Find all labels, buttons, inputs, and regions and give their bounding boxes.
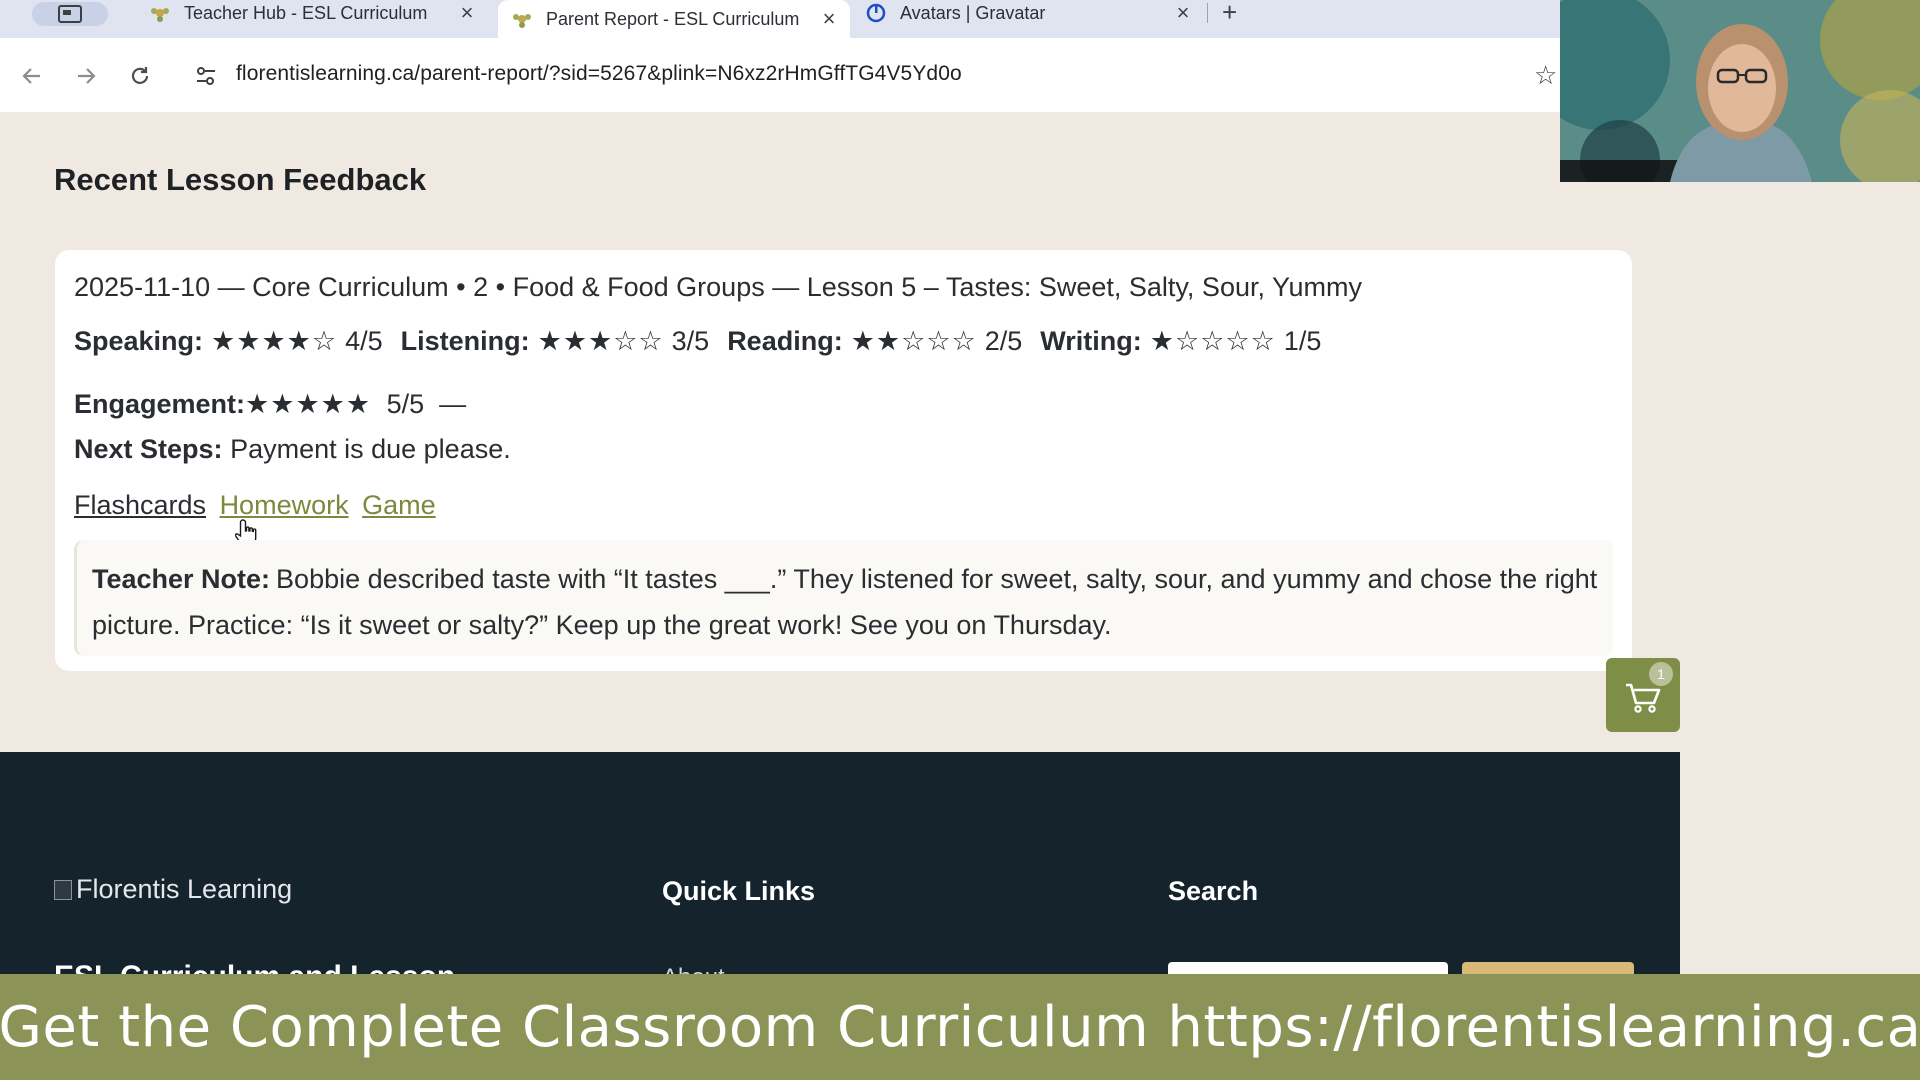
tune-icon	[197, 67, 215, 85]
reload-button[interactable]	[124, 60, 156, 92]
presenter-video-image	[1560, 0, 1920, 182]
cart-count-badge: 1	[1649, 662, 1673, 686]
back-button[interactable]	[16, 60, 48, 92]
rating-label: Speaking:	[74, 326, 204, 356]
quick-links-heading: Quick Links	[662, 876, 816, 906]
tab-search-icon	[58, 5, 82, 23]
game-link[interactable]: Game	[362, 490, 436, 520]
rating-score: 2/5	[984, 326, 1023, 356]
page-title: Recent Lesson Feedback	[54, 162, 427, 197]
footer-logo-alt: Florentis Learning	[76, 874, 293, 904]
promo-banner: Get the Complete Classroom Curriculum ht…	[0, 974, 1920, 1080]
homework-link[interactable]: Homework	[220, 490, 349, 520]
webcam-overlay	[1560, 0, 1920, 182]
flower-favicon-icon	[150, 3, 170, 23]
tab-title: Teacher Hub - ESL Curriculum	[184, 2, 428, 23]
star-rating-icon: ★★☆☆☆	[850, 326, 977, 356]
rating-score: 1/5	[1283, 326, 1322, 356]
teacher-note-label: Teacher Note:	[92, 564, 271, 594]
broken-image-icon	[54, 879, 72, 900]
forward-button[interactable]	[70, 60, 102, 92]
tab-close-icon[interactable]: ×	[454, 0, 480, 26]
rating-label: Reading:	[727, 326, 843, 356]
tab-close-icon[interactable]: ×	[816, 6, 842, 32]
arrow-left-icon	[22, 68, 40, 84]
page-content: Recent Lesson Feedback 2025-11-10 — Core…	[0, 112, 1680, 752]
tab-gravatar[interactable]: Avatars | Gravatar ×	[866, 0, 1196, 26]
banner-text: Get the Complete Classroom Curriculum ht…	[0, 994, 1920, 1060]
rating-speaking: Speaking: ★★★★☆ 4/5	[74, 326, 383, 357]
browser-tabstrip: Teacher Hub - ESL Curriculum × Parent Re…	[0, 0, 1570, 38]
rating-label: Engagement:	[74, 389, 246, 419]
arrow-right-icon	[78, 68, 96, 84]
flower-favicon-icon	[512, 9, 532, 29]
tab-title: Parent Report - ESL Curriculum	[546, 8, 800, 29]
next-steps-text: Payment is due please.	[230, 434, 511, 464]
skill-ratings: Speaking: ★★★★☆ 4/5 Listening: ★★★☆☆ 3/5…	[74, 326, 1339, 357]
tab-close-icon[interactable]: ×	[1170, 0, 1196, 26]
next-steps: Next Steps: Payment is due please.	[74, 434, 511, 465]
next-steps-label: Next Steps:	[74, 434, 223, 464]
star-rating-icon: ★☆☆☆☆	[1149, 326, 1276, 356]
address-bar[interactable]: florentislearning.ca/parent-report/?sid=…	[236, 62, 962, 86]
star-rating-icon: ★★★☆☆	[537, 326, 664, 356]
gravatar-favicon-icon	[866, 3, 886, 23]
browser-toolbar: florentislearning.ca/parent-report/?sid=…	[0, 38, 1570, 112]
feedback-card: 2025-11-10 — Core Curriculum • 2 • Food …	[55, 250, 1632, 671]
resource-links: Flashcards Homework Game	[74, 490, 442, 521]
lesson-title: 2025-11-10 — Core Curriculum • 2 • Food …	[74, 272, 1363, 302]
rating-writing: Writing: ★☆☆☆☆ 1/5	[1040, 326, 1321, 357]
rating-score: 5/5	[386, 389, 425, 419]
engagement-suffix: —	[439, 389, 467, 419]
tab-search-button[interactable]	[32, 2, 108, 26]
teacher-note: Teacher Note: Bobbie described taste with…	[74, 540, 1613, 656]
footer-logo[interactable]: Florentis Learning	[54, 874, 292, 905]
tab-teacher-hub[interactable]: Teacher Hub - ESL Curriculum ×	[150, 0, 480, 26]
tab-parent-report[interactable]: Parent Report - ESL Curriculum ×	[498, 0, 850, 38]
new-tab-button[interactable]: +	[1222, 0, 1237, 26]
rating-reading: Reading: ★★☆☆☆ 2/5	[727, 326, 1022, 357]
tab-divider	[1207, 3, 1208, 23]
search-heading: Search	[1168, 876, 1259, 906]
star-rating-icon: ★★★★★	[245, 389, 372, 419]
site-info-button[interactable]	[192, 62, 220, 90]
teacher-note-text: Bobbie described taste with “It tastes _…	[92, 564, 1598, 640]
reload-icon	[131, 67, 149, 84]
rating-score: 4/5	[345, 326, 383, 356]
rating-score: 3/5	[671, 326, 710, 356]
bookmark-star-icon[interactable]: ☆	[1534, 60, 1557, 91]
rating-listening: Listening: ★★★☆☆ 3/5	[401, 326, 710, 357]
rating-label: Listening:	[400, 326, 530, 356]
rating-label: Writing:	[1040, 326, 1142, 356]
rating-engagement: Engagement:★★★★★ 5/5 —	[74, 389, 466, 420]
flashcards-link[interactable]: Flashcards	[74, 490, 206, 520]
page-margin-right	[1680, 182, 1920, 980]
tab-title: Avatars | Gravatar	[900, 2, 1046, 23]
star-rating-icon: ★★★★☆	[211, 326, 338, 356]
